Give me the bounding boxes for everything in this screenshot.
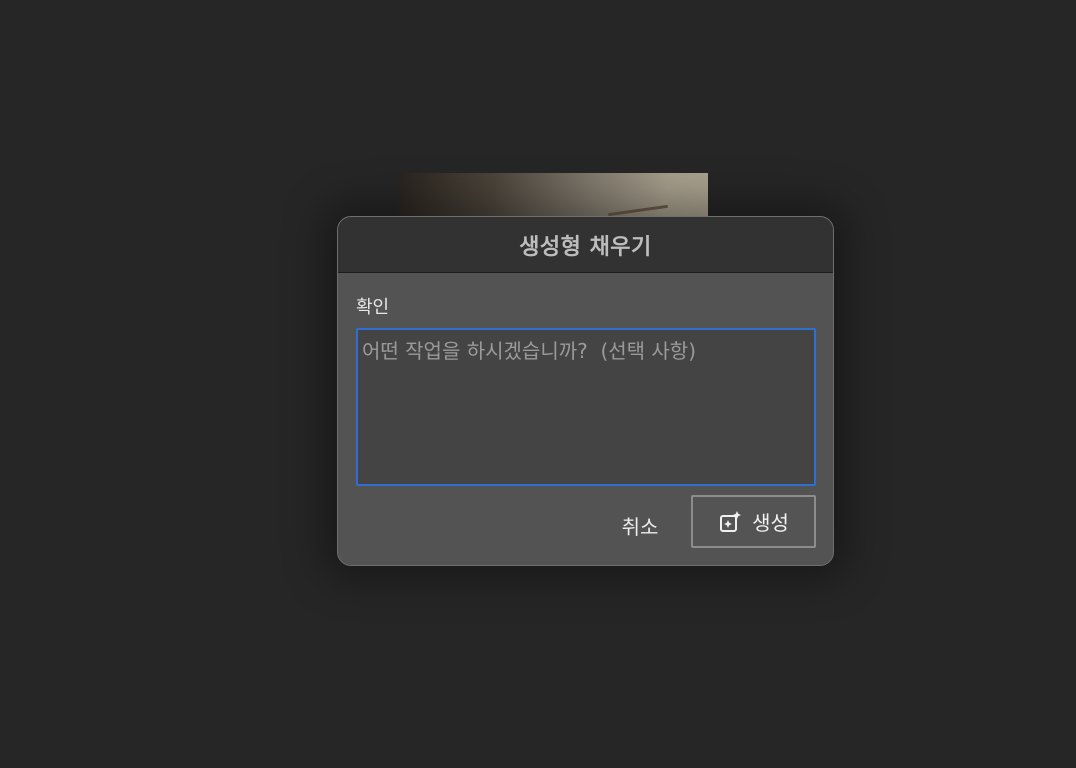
app-canvas: 생성형 채우기 확인 취소 생성	[0, 0, 1076, 768]
generate-button-label: 생성	[752, 511, 789, 535]
image-detail	[608, 204, 668, 217]
generate-button[interactable]: 생성	[691, 495, 816, 548]
dialog-title: 생성형 채우기	[519, 234, 652, 260]
dialog-header: 생성형 채우기	[338, 217, 833, 273]
sparkle-generate-icon	[718, 509, 744, 535]
prompt-field-frame	[356, 328, 816, 486]
cancel-button[interactable]: 취소	[608, 507, 672, 543]
prompt-label: 확인	[356, 297, 390, 318]
generative-fill-dialog: 생성형 채우기 확인 취소 생성	[337, 216, 834, 566]
prompt-input[interactable]	[358, 330, 814, 484]
